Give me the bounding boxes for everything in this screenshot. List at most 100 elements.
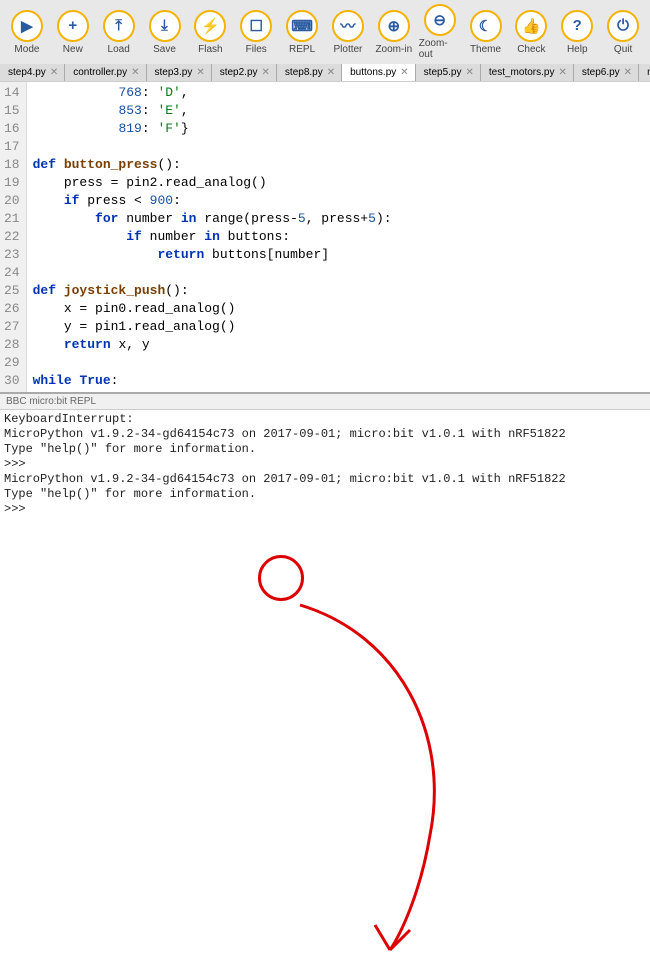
repl-output[interactable]: KeyboardInterrupt: MicroPython v1.9.2-34… [0,410,650,555]
code-line[interactable] [33,138,644,156]
toolbar-label: Files [246,44,267,55]
line-number: 16 [4,120,20,138]
new-icon: + [57,10,89,42]
close-icon[interactable]: ✕ [624,67,632,78]
code-line[interactable]: if press < 900: [33,192,644,210]
repl-title: BBC micro:bit REPL [0,394,650,410]
theme-button[interactable]: ☾ Theme [465,10,507,55]
tab-buttons-py[interactable]: buttons.py ✕ [342,64,416,81]
tab-label: test_motors.py [489,67,555,78]
toolbar-label: Quit [614,44,632,55]
zoom-out-button[interactable]: ⊖Zoom-out [419,4,461,60]
new-button[interactable]: + New [52,10,94,55]
tab-microbite-py[interactable]: microbite.py✕ [639,64,650,81]
code-line[interactable] [33,354,644,372]
code-line[interactable]: joystick = joystick_push() [33,390,644,392]
code-line[interactable]: 853: 'E', [33,102,644,120]
check-icon: 👍 [515,10,547,42]
tab-bar: step4.py✕controller.py✕step3.py✕step2.py… [0,64,650,82]
tab-step2-py[interactable]: step2.py ✕ [212,64,277,81]
plotter-icon: 〰 [332,10,364,42]
tab-label: step5.py [424,67,462,78]
close-icon[interactable]: ✕ [262,67,270,78]
toolbar-label: Help [567,44,588,55]
zoom-in-icon: ⊕ [378,10,410,42]
toolbar-label: Theme [470,44,501,55]
toolbar-label: Zoom-in [375,44,412,55]
close-icon[interactable]: ✕ [558,67,566,78]
code-line[interactable]: while True: [33,372,644,390]
zoom-in-button[interactable]: ⊕ Zoom-in [373,10,415,55]
toolbar-label: New [63,44,83,55]
repl-icon: ⌨ [286,10,318,42]
tab-test_motors-py[interactable]: test_motors.py✕ [481,64,574,81]
close-icon[interactable]: ✕ [465,67,473,78]
repl-highlight-circle [258,555,304,601]
mode-icon: ▶ [11,10,43,42]
tab-step3-py[interactable]: step3.py✕ [147,64,212,81]
tab-label: buttons.py [350,67,396,78]
code-line[interactable]: for number in range(press-5, press+5): [33,210,644,228]
code-line[interactable]: return buttons[number] [33,246,644,264]
toolbar-label: Flash [198,44,222,55]
code-line[interactable]: press = pin2.read_analog() [33,174,644,192]
check-button[interactable]: 👍 Check [510,10,552,55]
code-area[interactable]: 768: 'D', 853: 'E', 819: 'F'} def button… [27,82,650,392]
repl-panel: BBC micro:bit REPL KeyboardInterrupt: Mi… [0,392,650,555]
mode-button[interactable]: ▶ Mode [6,10,48,55]
flash-button[interactable]: ⚡ Flash [189,10,231,55]
toolbar: ▶ Mode + New ⤒Load⤓Save⚡ Flash ☐ Files ⌨REPL 〰 Plo… [0,0,650,64]
close-icon[interactable]: ✕ [400,67,408,78]
quit-icon: ⏻ [607,10,639,42]
quit-button[interactable]: ⏻ Quit [602,10,644,55]
tab-label: controller.py [73,67,127,78]
line-number: 15 [4,102,20,120]
line-number: 21 [4,210,20,228]
toolbar-label: Zoom-out [419,38,461,60]
theme-icon: ☾ [470,10,502,42]
close-icon[interactable]: ✕ [327,67,335,78]
line-number: 20 [4,192,20,210]
code-line[interactable]: 768: 'D', [33,84,644,102]
tab-step6-py[interactable]: step6.py✕ [574,64,639,81]
line-number: 28 [4,336,20,354]
line-number: 14 [4,84,20,102]
close-icon[interactable]: ✕ [131,67,139,78]
code-line[interactable]: x = pin0.read_analog() [33,300,644,318]
code-line[interactable]: y = pin1.read_analog() [33,318,644,336]
toolbar-label: Mode [14,44,39,55]
code-line[interactable]: return x, y [33,336,644,354]
flash-icon: ⚡ [194,10,226,42]
toolbar-label: Plotter [333,44,362,55]
tab-step4-py[interactable]: step4.py✕ [0,64,65,81]
line-number: 22 [4,228,20,246]
tab-label: step2.py [220,67,258,78]
code-line[interactable]: def button_press(): [33,156,644,174]
code-line[interactable]: if number in buttons: [33,228,644,246]
close-icon[interactable]: ✕ [50,67,58,78]
tab-step5-py[interactable]: step5.py✕ [416,64,481,81]
load-icon: ⤒ [103,10,135,42]
repl-button[interactable]: ⌨REPL [281,10,323,55]
line-number: 24 [4,264,20,282]
close-icon[interactable]: ✕ [196,67,204,78]
save-icon: ⤓ [149,10,181,42]
files-icon: ☐ [240,10,272,42]
help-icon: ? [561,10,593,42]
code-line[interactable]: def joystick_push(): [33,282,644,300]
tab-step8-py[interactable]: step8.py✕ [277,64,342,81]
plotter-button[interactable]: 〰 Plotter [327,10,369,55]
code-line[interactable] [33,264,644,282]
save-button[interactable]: ⤓Save [144,10,186,55]
line-number: 18 [4,156,20,174]
annotation-arrow [280,595,500,975]
help-button[interactable]: ? Help [556,10,598,55]
line-number: 17 [4,138,20,156]
line-number: 26 [4,300,20,318]
tab-controller-py[interactable]: controller.py ✕ [65,64,146,81]
files-button[interactable]: ☐ Files [235,10,277,55]
code-editor[interactable]: 1415161718192021222324252627282930313233… [0,82,650,392]
toolbar-label: Check [517,44,545,55]
load-button[interactable]: ⤒Load [98,10,140,55]
code-line[interactable]: 819: 'F'} [33,120,644,138]
